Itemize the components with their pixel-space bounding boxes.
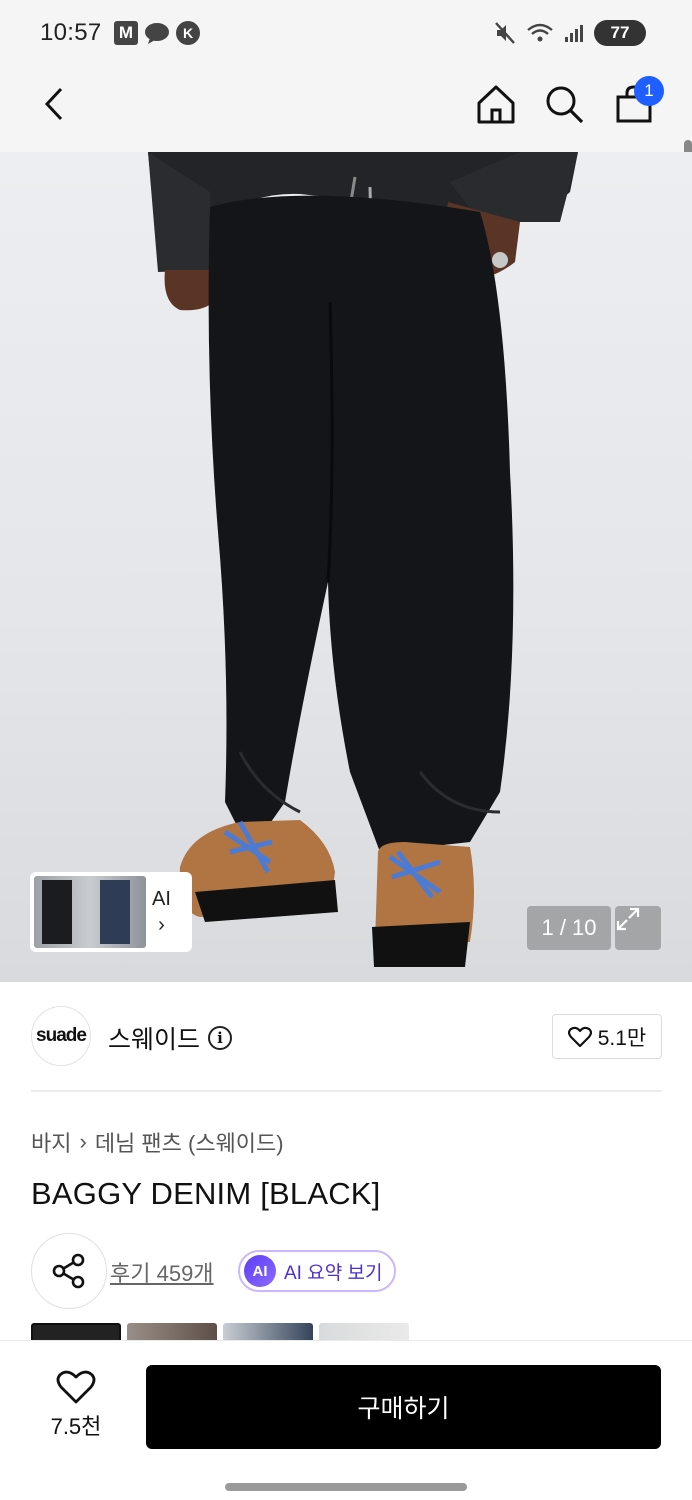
breadcrumb: 바지 › 데님 팬츠 (스웨이드) — [31, 1126, 284, 1158]
image-counter: 1 / 10 — [527, 906, 611, 950]
signal-icon — [565, 25, 583, 42]
chevron-right-icon: › — [79, 1129, 87, 1154]
home-indicator[interactable] — [225, 1483, 467, 1491]
home-icon — [477, 85, 515, 124]
cart-button[interactable]: 1 — [610, 76, 664, 128]
brand-name: 스웨이드 — [108, 1026, 201, 1054]
back-button[interactable] — [30, 80, 78, 128]
chat-icon — [145, 23, 169, 44]
chevron-left-icon — [44, 87, 63, 121]
bottom-action-bar: 7.5천 구매하기 — [0, 1340, 692, 1500]
search-icon — [546, 86, 584, 124]
brand-link[interactable]: 스웨이드 i — [108, 1020, 233, 1056]
heart-icon — [56, 1370, 96, 1404]
breadcrumb-item-denim[interactable]: 데님 팬츠 (스웨이드) — [95, 1126, 284, 1158]
search-button[interactable] — [540, 80, 588, 128]
ai-lookbook-thumbnail[interactable]: AI › — [30, 872, 192, 952]
ai-lookbook-label: AI › — [152, 888, 171, 936]
cart-count-badge: 1 — [634, 76, 664, 106]
brand-logo[interactable]: suade — [31, 1006, 91, 1066]
m-app-icon: M — [114, 21, 138, 45]
notification-icons: M K — [114, 21, 200, 45]
status-bar: 10:57 M K 77 — [0, 0, 692, 68]
brand-like-count: 5.1만 — [597, 1026, 647, 1050]
product-image-gallery[interactable]: AI › 1 / 10 — [0, 152, 692, 982]
mute-icon — [495, 22, 515, 44]
ai-summary-label: AI 요약 보기 — [284, 1262, 383, 1284]
buy-button[interactable]: 구매하기 — [146, 1365, 661, 1449]
divider — [31, 1090, 662, 1092]
home-button[interactable] — [472, 80, 520, 128]
expand-icon — [616, 907, 640, 931]
product-title: BAGGY DENIM [BLACK] — [31, 1176, 381, 1211]
info-icon[interactable]: i — [208, 1026, 233, 1050]
system-icons: 77 — [494, 20, 646, 46]
k-app-icon: K — [176, 21, 200, 45]
top-nav-bar: 1 — [0, 68, 692, 204]
lookbook-preview-image — [34, 876, 146, 948]
brand-like-button[interactable]: 5.1만 — [552, 1014, 662, 1059]
favorite-button[interactable]: 7.5천 — [40, 1369, 112, 1441]
ai-summary-button[interactable]: AI AI 요약 보기 — [238, 1250, 397, 1292]
product-photo — [148, 152, 578, 967]
favorite-count: 7.5천 — [50, 1414, 102, 1439]
status-time: 10:57 — [40, 19, 102, 46]
battery-indicator: 77 — [594, 20, 646, 46]
chevron-right-icon: › — [158, 914, 165, 936]
share-button[interactable] — [31, 1233, 107, 1309]
breadcrumb-item-pants[interactable]: 바지 — [31, 1126, 71, 1158]
ai-badge-icon: AI — [244, 1255, 276, 1287]
expand-image-button[interactable] — [615, 906, 661, 950]
reviews-link[interactable]: 후기 459개 — [110, 1256, 214, 1288]
wifi-icon — [527, 23, 553, 42]
heart-icon — [567, 1026, 592, 1047]
share-icon — [52, 1253, 85, 1289]
